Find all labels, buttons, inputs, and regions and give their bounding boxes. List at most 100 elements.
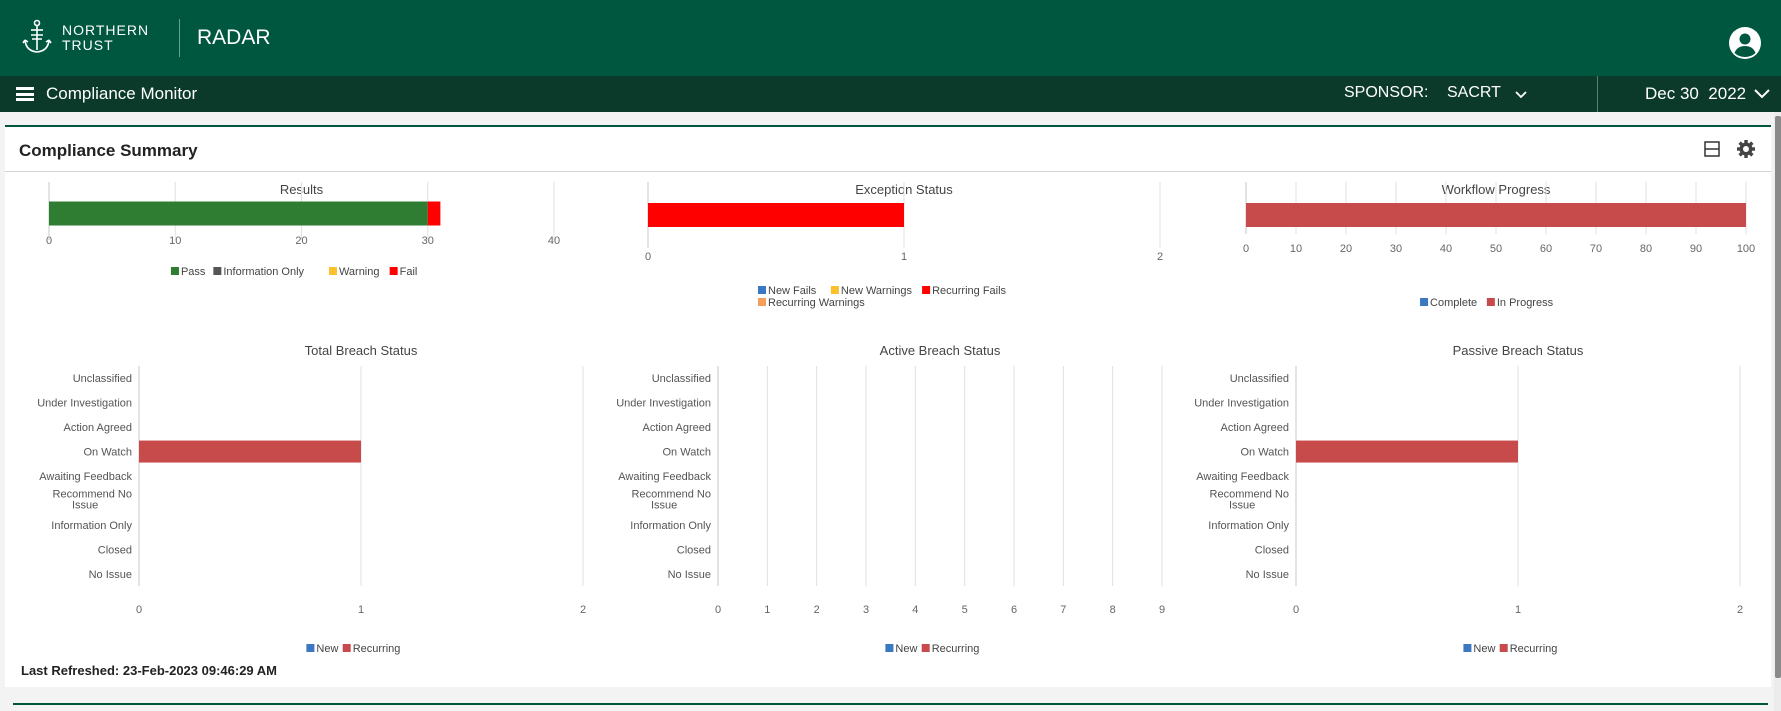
- brand-name: NORTHERN TRUST: [62, 23, 149, 53]
- legend-swatch-new: [306, 644, 315, 652]
- x-tick-label: 3: [863, 604, 869, 616]
- legend-label-in-progress[interactable]: In Progress: [1497, 297, 1554, 309]
- legend-swatch-recurring-fails: [922, 286, 931, 294]
- bar-recurring[interactable]: [1296, 440, 1518, 463]
- y-category-label: Information Only: [51, 520, 132, 532]
- x-tick-label: 0: [715, 604, 721, 616]
- collapse-icon[interactable]: [1704, 141, 1720, 157]
- legend-swatch-new: [885, 644, 894, 652]
- footer-bar: [0, 687, 1781, 711]
- y-category-label: On Watch: [84, 447, 133, 459]
- bar-recurring[interactable]: [139, 440, 361, 463]
- date-dropdown[interactable]: Dec 30 2022: [1645, 84, 1770, 104]
- x-tick-label: 30: [422, 235, 434, 247]
- x-tick-label: 10: [169, 235, 181, 247]
- chevron-down-icon: [1754, 89, 1770, 99]
- x-tick-label: 6: [1011, 604, 1017, 616]
- x-tick-label: 7: [1060, 604, 1066, 616]
- legend-label-new[interactable]: New: [895, 643, 917, 655]
- x-tick-label: 80: [1640, 243, 1652, 255]
- legend-label-fail[interactable]: Fail: [400, 266, 418, 278]
- results-chart: Results0 10 20 30 40Pass Information Only Warn…: [46, 182, 560, 278]
- legend-label-recurring[interactable]: Recurring: [932, 643, 980, 655]
- active-breach-status-chart: Active Breach Status 0 1 2 3 4 5 6 7 8 9 Unclassifi…: [616, 343, 1165, 655]
- nav-title: Compliance Monitor: [46, 84, 198, 103]
- y-category-label: No Issue: [1246, 569, 1289, 581]
- x-tick-label: 0: [136, 604, 142, 616]
- legend-swatch-recurring: [921, 644, 930, 652]
- nav-divider: [1597, 76, 1598, 112]
- legend-label-warning[interactable]: Warning: [339, 266, 380, 278]
- app-header: NORTHERN TRUST RADAR: [0, 0, 1781, 76]
- legend-swatch-new-warnings: [830, 286, 839, 294]
- chevron-down-icon: [1515, 91, 1527, 99]
- legend-label-recurring[interactable]: Recurring: [353, 643, 401, 655]
- x-tick-label: 70: [1590, 243, 1602, 255]
- y-category-label: Issue: [72, 499, 98, 511]
- bar-fail[interactable]: [427, 201, 441, 226]
- legend-label-new[interactable]: New: [1473, 643, 1495, 655]
- legend-label-new[interactable]: New: [316, 643, 338, 655]
- legend-swatch-recurring-warnings: [758, 298, 766, 306]
- x-tick-label: 8: [1110, 604, 1116, 616]
- user-circle-icon[interactable]: [1728, 26, 1762, 60]
- x-tick-label: 50: [1490, 243, 1502, 255]
- y-category-label: No Issue: [668, 569, 711, 581]
- x-tick-label: 4: [912, 604, 918, 616]
- y-category-label: Closed: [1255, 544, 1289, 556]
- legend-swatch-information-only: [213, 267, 222, 275]
- y-category-label: On Watch: [1241, 447, 1290, 459]
- gear-icon[interactable]: [1736, 139, 1756, 159]
- legend-swatch-complete: [1420, 298, 1429, 306]
- sponsor-dropdown[interactable]: SACRT: [1447, 84, 1547, 102]
- x-tick-label: 60: [1540, 243, 1552, 255]
- legend-swatch-pass: [170, 267, 179, 275]
- y-category-label: Information Only: [1208, 520, 1289, 532]
- legend-label-pass[interactable]: Pass: [181, 266, 206, 278]
- x-tick-label: 1: [1515, 604, 1521, 616]
- legend-label-complete[interactable]: Complete: [1430, 297, 1477, 309]
- x-tick-label: 30: [1390, 243, 1402, 255]
- panel-header: Compliance Summary: [5, 127, 1771, 172]
- x-tick-label: 1: [901, 251, 907, 263]
- legend-label-recurring-fails[interactable]: Recurring Fails: [932, 285, 1006, 297]
- y-category-label: Under Investigation: [37, 398, 132, 410]
- brand-divider: [179, 19, 180, 57]
- x-tick-label: 2: [814, 604, 820, 616]
- y-category-label: Awaiting Feedback: [618, 471, 711, 483]
- legend-label-recurring[interactable]: Recurring: [1510, 643, 1558, 655]
- sponsor-label: SPONSOR:: [1344, 84, 1429, 101]
- legend-label-information-only[interactable]: Information Only: [223, 266, 304, 278]
- y-category-label: Closed: [677, 544, 711, 556]
- chart-title: Active Breach Status: [880, 343, 1001, 358]
- legend-swatch-recurring: [1499, 644, 1508, 652]
- x-tick-label: 40: [1440, 243, 1452, 255]
- y-category-label: Under Investigation: [1194, 398, 1289, 410]
- bar-pass[interactable]: [49, 201, 428, 226]
- total-breach-status-chart: Total Breach Status 0 1 2 Unclassified Under …: [37, 343, 586, 655]
- y-category-label: Unclassified: [652, 373, 711, 385]
- hamburger-icon[interactable]: [16, 87, 34, 101]
- x-tick-label: 10: [1290, 243, 1302, 255]
- y-category-label: Under Investigation: [616, 398, 711, 410]
- legend-swatch-warning: [328, 267, 337, 275]
- x-tick-label: 1: [764, 604, 770, 616]
- panel-title: Compliance Summary: [19, 141, 198, 160]
- bar-recurring-fails[interactable]: [648, 203, 904, 227]
- y-category-label: On Watch: [663, 447, 712, 459]
- y-category-label: Awaiting Feedback: [39, 471, 132, 483]
- y-category-label: Unclassified: [1230, 373, 1289, 385]
- bar-in-progress[interactable]: [1246, 203, 1746, 227]
- legend-label-recurring-warnings[interactable]: Recurring Warnings: [768, 297, 865, 309]
- brand-line-2: TRUST: [62, 37, 114, 53]
- chart-title: Total Breach Status: [305, 343, 418, 358]
- brand-line-1: NORTHERN: [62, 22, 150, 38]
- y-category-label: Information Only: [630, 520, 711, 532]
- exception-status-chart: Exception Status0 1 2New Fails New Warnings…: [645, 182, 1163, 309]
- legend-label-new-warnings[interactable]: New Warnings: [841, 285, 913, 297]
- legend-label-new-fails[interactable]: New Fails: [768, 285, 817, 297]
- x-tick-label: 0: [1293, 604, 1299, 616]
- sponsor-value: SACRT: [1447, 84, 1501, 101]
- x-tick-label: 40: [548, 235, 560, 247]
- scrollbar-thumb[interactable]: [1775, 116, 1781, 678]
